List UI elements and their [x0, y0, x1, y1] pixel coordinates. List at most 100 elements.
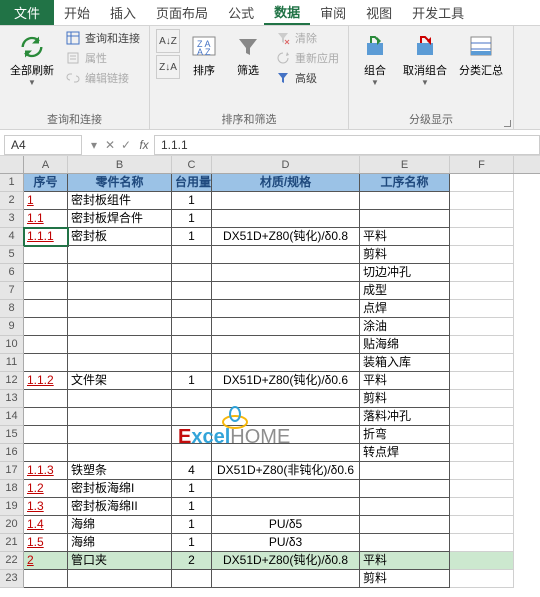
cell[interactable] [212, 480, 360, 498]
row-header[interactable]: 18 [0, 480, 24, 498]
cell[interactable]: 密封板焊合件 [68, 210, 172, 228]
cell[interactable] [172, 264, 212, 282]
cell[interactable] [68, 426, 172, 444]
cell[interactable] [212, 300, 360, 318]
cell[interactable] [450, 498, 514, 516]
queries-connections-button[interactable]: 查询和连接 [62, 29, 143, 47]
tab-layout[interactable]: 页面布局 [146, 0, 218, 25]
cell[interactable] [172, 282, 212, 300]
cell[interactable] [450, 372, 514, 390]
cell[interactable]: 1.4 [24, 516, 68, 534]
row-header[interactable]: 6 [0, 264, 24, 282]
cell[interactable] [68, 282, 172, 300]
cell[interactable] [68, 570, 172, 588]
cell[interactable] [212, 354, 360, 372]
cell[interactable]: 1.1.3 [24, 462, 68, 480]
cell[interactable]: DX51D+Z80(非钝化)/δ0.6 [212, 462, 360, 480]
cell[interactable] [68, 300, 172, 318]
cell[interactable] [212, 192, 360, 210]
cell[interactable]: 剪料 [360, 246, 450, 264]
col-header-E[interactable]: E [360, 156, 450, 173]
row-header[interactable]: 19 [0, 498, 24, 516]
cell[interactable] [450, 534, 514, 552]
cell[interactable] [172, 390, 212, 408]
row-header[interactable]: 2 [0, 192, 24, 210]
cell[interactable] [172, 336, 212, 354]
cell[interactable] [450, 408, 514, 426]
cell[interactable] [212, 282, 360, 300]
tab-insert[interactable]: 插入 [100, 0, 146, 25]
cell[interactable]: 1.1 [24, 210, 68, 228]
header-spec[interactable]: 材质/规格 [212, 174, 360, 192]
cell[interactable] [24, 336, 68, 354]
cell[interactable] [212, 498, 360, 516]
row-header[interactable]: 9 [0, 318, 24, 336]
row-header[interactable]: 4 [0, 228, 24, 246]
cell[interactable]: 1 [172, 498, 212, 516]
cell[interactable] [172, 246, 212, 264]
cell[interactable]: 装箱入库 [360, 354, 450, 372]
cell[interactable]: 文件架 [68, 372, 172, 390]
cell[interactable] [212, 210, 360, 228]
cell[interactable] [450, 300, 514, 318]
ungroup-button[interactable]: 取消组合 ▼ [399, 29, 451, 90]
tab-data[interactable]: 数据 [264, 0, 310, 25]
cell[interactable] [212, 426, 360, 444]
cell[interactable] [360, 534, 450, 552]
cell[interactable]: 1 [172, 516, 212, 534]
cell[interactable] [450, 480, 514, 498]
row-header[interactable]: 1 [0, 174, 24, 192]
cell[interactable] [68, 390, 172, 408]
cell[interactable] [172, 354, 212, 372]
cell[interactable] [360, 210, 450, 228]
cell[interactable]: 落料冲孔 [360, 408, 450, 426]
cell[interactable] [172, 426, 212, 444]
cell[interactable] [24, 318, 68, 336]
cell[interactable] [450, 264, 514, 282]
row-header[interactable]: 13 [0, 390, 24, 408]
formula-bar[interactable] [154, 135, 540, 155]
col-header-D[interactable]: D [212, 156, 360, 173]
tab-dev[interactable]: 开发工具 [402, 0, 474, 25]
cell[interactable] [24, 426, 68, 444]
cell[interactable]: 管口夹 [68, 552, 172, 570]
cell[interactable]: 1 [172, 228, 212, 246]
tab-formula[interactable]: 公式 [218, 0, 264, 25]
cell[interactable]: PU/δ3 [212, 534, 360, 552]
cell[interactable]: 4 [172, 462, 212, 480]
tab-review[interactable]: 审阅 [310, 0, 356, 25]
sort-desc-button[interactable]: Z↓A [156, 55, 180, 79]
cell[interactable] [360, 462, 450, 480]
cell[interactable] [450, 462, 514, 480]
row-header[interactable]: 11 [0, 354, 24, 372]
cell[interactable] [172, 444, 212, 462]
col-header-B[interactable]: B [68, 156, 172, 173]
cell[interactable] [68, 354, 172, 372]
cell[interactable]: 密封板 [68, 228, 172, 246]
fx-icon[interactable]: fx [134, 138, 154, 152]
cell[interactable]: 成型 [360, 282, 450, 300]
cell[interactable]: 2 [172, 552, 212, 570]
cell[interactable]: 平料 [360, 228, 450, 246]
col-header-C[interactable]: C [172, 156, 212, 173]
sort-button[interactable]: Z AA Z 排序 [184, 29, 224, 79]
select-all-corner[interactable] [0, 156, 24, 173]
cell[interactable] [212, 570, 360, 588]
cell[interactable] [24, 300, 68, 318]
cell[interactable] [24, 408, 68, 426]
cell[interactable]: 转点焊 [360, 444, 450, 462]
cell[interactable] [68, 444, 172, 462]
cell[interactable]: 1 [172, 480, 212, 498]
cell[interactable] [212, 246, 360, 264]
cell[interactable] [450, 426, 514, 444]
row-header[interactable]: 21 [0, 534, 24, 552]
header-proc[interactable]: 工序名称 [360, 174, 450, 192]
cell[interactable]: 海绵 [68, 516, 172, 534]
cell[interactable] [172, 570, 212, 588]
cell[interactable] [68, 408, 172, 426]
row-header[interactable]: 17 [0, 462, 24, 480]
filter-button[interactable]: 筛选 [228, 29, 268, 79]
cell[interactable] [360, 480, 450, 498]
cell[interactable]: 1 [172, 372, 212, 390]
cell[interactable] [450, 552, 514, 570]
